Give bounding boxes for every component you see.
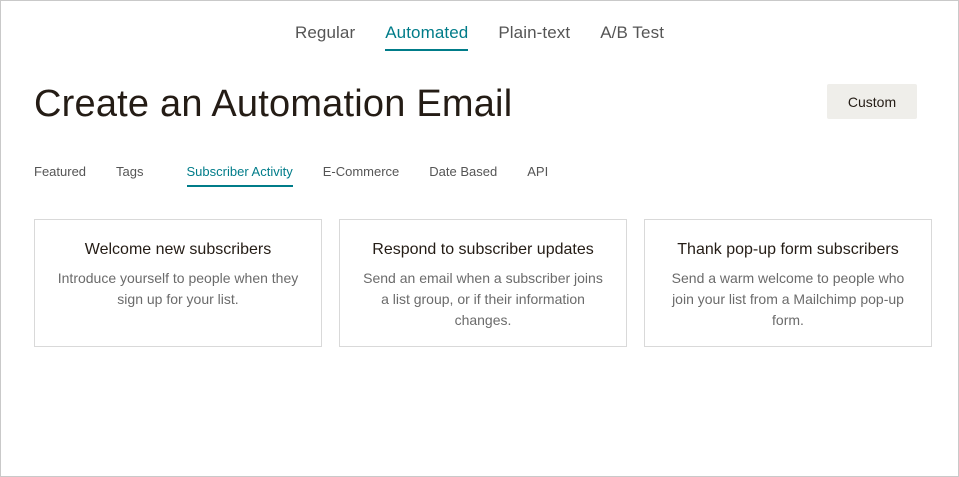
tab-plain-text[interactable]: Plain-text xyxy=(498,23,570,51)
card-welcome-new-subscribers[interactable]: Welcome new subscribers Introduce yourse… xyxy=(34,219,322,347)
tab-featured[interactable]: Featured xyxy=(34,164,86,187)
tab-subscriber-activity[interactable]: Subscriber Activity xyxy=(186,164,293,187)
card-title: Respond to subscriber updates xyxy=(372,241,594,258)
tab-regular[interactable]: Regular xyxy=(295,23,355,51)
tab-automated[interactable]: Automated xyxy=(385,23,469,51)
page-frame: Regular Automated Plain-text A/B Test Cr… xyxy=(0,0,959,477)
card-respond-to-subscriber-updates[interactable]: Respond to subscriber updates Send an em… xyxy=(339,219,627,347)
custom-button[interactable]: Custom xyxy=(827,84,917,119)
card-description: Send a warm welcome to people who join y… xyxy=(671,270,905,328)
card-title: Welcome new subscribers xyxy=(84,241,272,258)
card-description: Send an email when a subscriber joins a … xyxy=(363,270,603,328)
card-thank-popup-form-subscribers[interactable]: Thank pop-up form subscribers Send a war… xyxy=(644,219,932,347)
tab-api[interactable]: API xyxy=(527,164,548,187)
category-tabs: Featured Tags Subscriber Activity E-Comm… xyxy=(34,164,578,187)
automation-cards: Welcome new subscribers Introduce yourse… xyxy=(34,219,932,347)
page-title: Create an Automation Email xyxy=(34,83,513,125)
campaign-type-tabs: Regular Automated Plain-text A/B Test xyxy=(1,23,958,51)
card-description: Introduce yourself to people when they s… xyxy=(57,270,299,307)
tab-date-based[interactable]: Date Based xyxy=(429,164,497,187)
tab-e-commerce[interactable]: E-Commerce xyxy=(323,164,400,187)
tab-tags[interactable]: Tags xyxy=(116,164,143,187)
tab-ab-test[interactable]: A/B Test xyxy=(600,23,664,51)
card-title: Thank pop-up form subscribers xyxy=(677,241,899,258)
